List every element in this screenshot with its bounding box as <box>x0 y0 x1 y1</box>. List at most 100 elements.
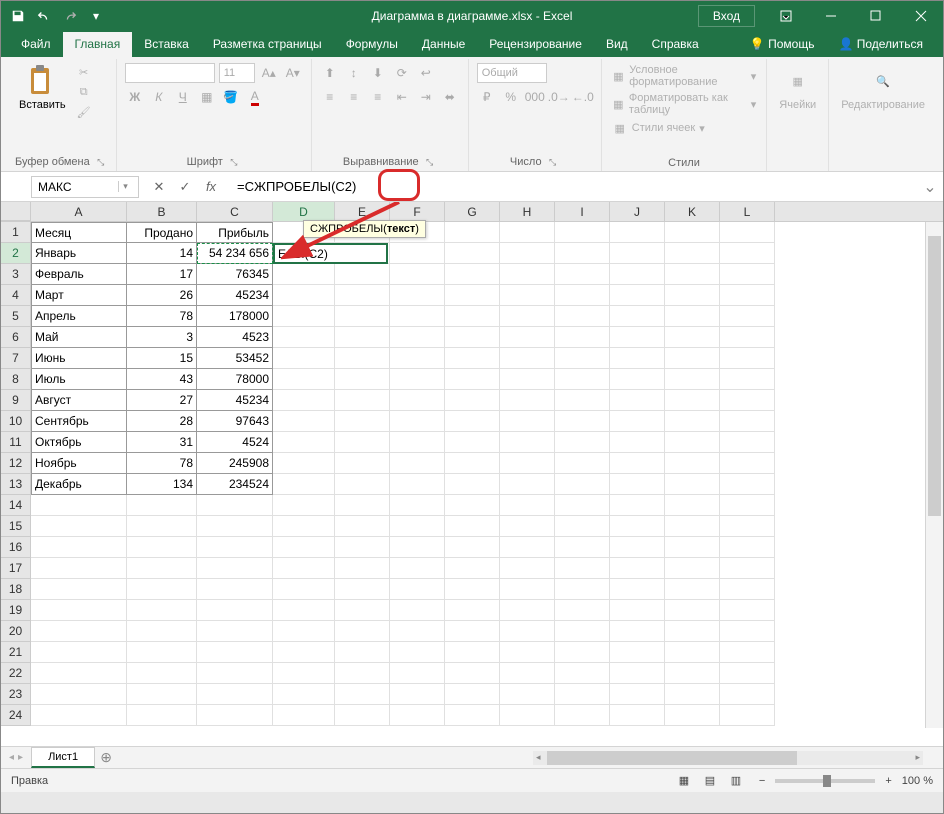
cell[interactable]: 234524 <box>197 474 273 495</box>
font-launcher-icon[interactable]: ⤡ <box>227 155 241 169</box>
align-top-icon[interactable]: ⬆ <box>320 63 340 83</box>
hscroll-left-icon[interactable]: ◂ <box>533 752 544 763</box>
cell[interactable] <box>720 348 775 369</box>
vscroll-thumb[interactable] <box>928 236 941 516</box>
cell[interactable] <box>273 474 335 495</box>
cell[interactable] <box>335 579 390 600</box>
conditional-format-button[interactable]: ▦Условное форматирование ▾ <box>610 63 759 89</box>
cell[interactable] <box>335 306 390 327</box>
cell[interactable] <box>500 558 555 579</box>
cell[interactable] <box>610 579 665 600</box>
cell[interactable] <box>445 516 500 537</box>
cell[interactable] <box>555 327 610 348</box>
cut-button[interactable]: ✂ <box>74 63 94 81</box>
cell[interactable] <box>335 327 390 348</box>
cell[interactable]: Январь <box>31 243 127 264</box>
cell[interactable] <box>445 222 500 243</box>
sheet-nav-first-icon[interactable]: ◂ <box>9 752 14 763</box>
cell[interactable] <box>335 558 390 579</box>
cell[interactable] <box>335 453 390 474</box>
cell[interactable] <box>555 642 610 663</box>
cell-styles-button[interactable]: ▦Стили ячеек ▾ <box>610 119 707 137</box>
cell[interactable] <box>335 537 390 558</box>
cell[interactable] <box>273 306 335 327</box>
cell[interactable] <box>273 432 335 453</box>
cell[interactable]: Июль <box>31 369 127 390</box>
cell[interactable] <box>610 537 665 558</box>
cell[interactable] <box>610 348 665 369</box>
tell-me[interactable]: 💡 Помощь <box>738 32 827 57</box>
cell[interactable] <box>197 537 273 558</box>
cell[interactable] <box>665 600 720 621</box>
row-header-13[interactable]: 13 <box>1 474 31 495</box>
cell[interactable] <box>127 537 197 558</box>
sheet-nav-last-icon[interactable]: ▸ <box>18 752 23 763</box>
cell[interactable] <box>555 390 610 411</box>
cell[interactable] <box>720 663 775 684</box>
cell[interactable] <box>273 705 335 726</box>
view-page-layout-icon[interactable]: ▤ <box>697 772 723 790</box>
sheet-tab-1[interactable]: Лист1 <box>31 747 95 768</box>
cell[interactable] <box>500 264 555 285</box>
cell[interactable] <box>273 453 335 474</box>
cell[interactable] <box>720 285 775 306</box>
cell[interactable] <box>273 327 335 348</box>
cell[interactable] <box>500 327 555 348</box>
cell[interactable] <box>720 243 775 264</box>
cell[interactable] <box>610 411 665 432</box>
cell[interactable] <box>500 516 555 537</box>
cell[interactable] <box>610 222 665 243</box>
zoom-out-icon[interactable]: − <box>759 775 765 787</box>
cell[interactable] <box>665 663 720 684</box>
row-header-21[interactable]: 21 <box>1 642 31 663</box>
cell[interactable] <box>555 558 610 579</box>
cell[interactable] <box>555 411 610 432</box>
cells-button[interactable]: ▦ Ячейки <box>775 63 820 113</box>
col-header-C[interactable]: C <box>197 202 273 221</box>
cell[interactable] <box>273 684 335 705</box>
cell[interactable] <box>610 621 665 642</box>
cell[interactable] <box>273 621 335 642</box>
cancel-formula-icon[interactable]: ✕ <box>147 176 171 198</box>
col-header-J[interactable]: J <box>610 202 665 221</box>
cell[interactable] <box>197 663 273 684</box>
bold-button[interactable]: Ж <box>125 87 145 107</box>
cell[interactable] <box>31 579 127 600</box>
cell[interactable]: Март <box>31 285 127 306</box>
col-header-I[interactable]: I <box>555 202 610 221</box>
cell[interactable] <box>500 495 555 516</box>
cell[interactable] <box>555 705 610 726</box>
row-header-23[interactable]: 23 <box>1 684 31 705</box>
cell[interactable] <box>610 432 665 453</box>
cell[interactable] <box>390 663 445 684</box>
cell[interactable] <box>720 621 775 642</box>
cell[interactable] <box>31 663 127 684</box>
cell[interactable] <box>445 306 500 327</box>
cell[interactable] <box>555 348 610 369</box>
cell-edit-D2[interactable]: ЕЛЫ(C2) <box>273 243 388 264</box>
cell[interactable] <box>720 579 775 600</box>
name-box[interactable]: МАКС▾ <box>31 176 139 198</box>
cell[interactable] <box>500 579 555 600</box>
cell[interactable] <box>555 495 610 516</box>
cell[interactable] <box>665 642 720 663</box>
cell[interactable] <box>720 453 775 474</box>
cell[interactable] <box>555 264 610 285</box>
cell[interactable] <box>390 327 445 348</box>
cell[interactable]: Октябрь <box>31 432 127 453</box>
cell[interactable]: 43 <box>127 369 197 390</box>
cell[interactable] <box>31 705 127 726</box>
cell[interactable]: 78000 <box>197 369 273 390</box>
cell[interactable] <box>197 621 273 642</box>
formula-input[interactable]: =СЖПРОБЕЛЫ(C2) <box>231 176 923 198</box>
cell[interactable] <box>197 516 273 537</box>
cell[interactable] <box>665 684 720 705</box>
cell[interactable] <box>445 411 500 432</box>
cell[interactable] <box>273 579 335 600</box>
cell[interactable] <box>555 537 610 558</box>
row-header-9[interactable]: 9 <box>1 390 31 411</box>
cell[interactable] <box>610 705 665 726</box>
cell[interactable] <box>445 663 500 684</box>
cell[interactable] <box>335 369 390 390</box>
cell[interactable] <box>555 369 610 390</box>
